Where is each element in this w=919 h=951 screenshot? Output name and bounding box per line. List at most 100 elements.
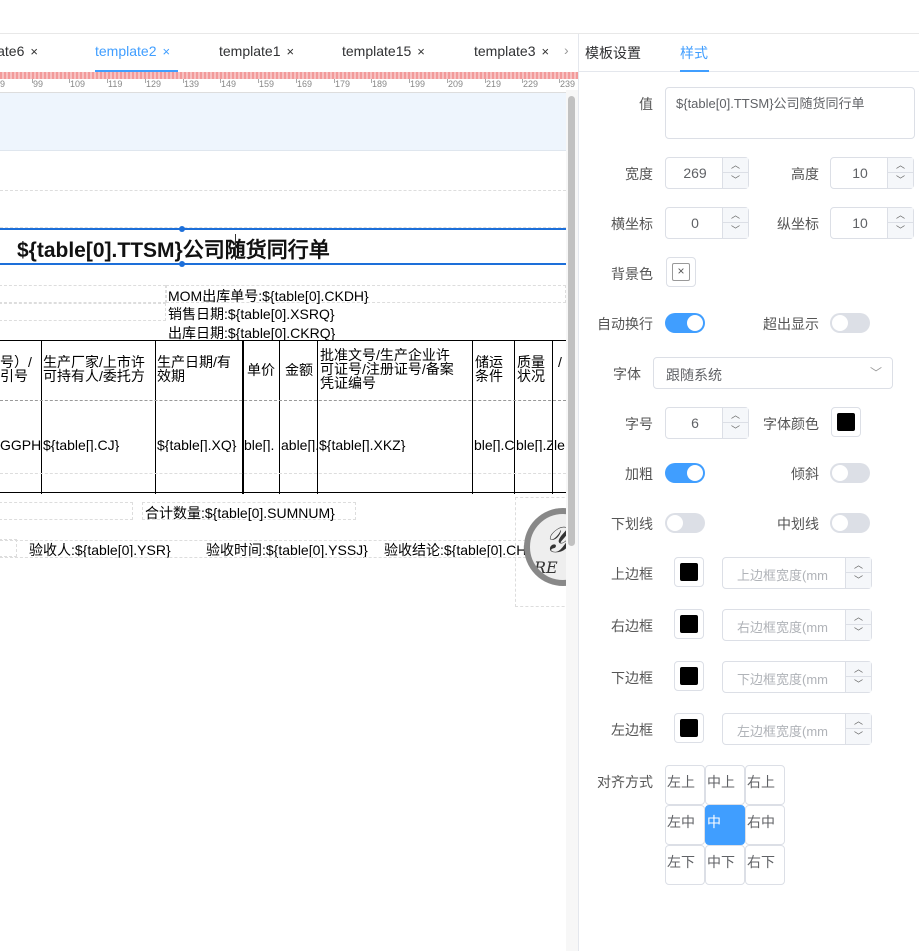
chevron-down-icon[interactable]: ﹀	[846, 625, 871, 640]
bg-color-picker[interactable]: ×	[666, 257, 696, 287]
header-line: 可证号/注册证号/备案	[320, 361, 454, 377]
placeholder-box[interactable]	[0, 285, 166, 303]
x-stepper[interactable]: 0 ︿ ﹀	[665, 207, 749, 239]
chevron-down-icon[interactable]: ﹀	[723, 223, 748, 238]
align-top-center[interactable]: 中上	[705, 765, 745, 805]
table-cell: ${table[].CJ}	[43, 438, 120, 452]
ruler-tick: 149	[219, 79, 237, 89]
align-top-right[interactable]: 右上	[745, 765, 785, 805]
tab-style[interactable]: 样式	[680, 43, 708, 63]
border-left-color[interactable]	[674, 713, 704, 743]
align-bottom-center[interactable]: 中下	[705, 845, 745, 885]
align-middle-left[interactable]: 左中	[665, 805, 705, 845]
align-middle-center[interactable]: 中	[705, 805, 745, 845]
tab-template6[interactable]: late6 ×	[0, 43, 38, 59]
chevron-up-icon[interactable]: ︿	[723, 158, 748, 173]
stepper-controls: ︿ ﹀	[845, 714, 871, 744]
close-icon[interactable]: ×	[30, 44, 38, 59]
placeholder-box[interactable]	[0, 502, 133, 520]
border-bottom-label: 下边框	[611, 670, 653, 686]
ruler-tick: 139	[182, 79, 200, 89]
sale-date-field[interactable]: 销售日期:${table[0].XSRQ}	[168, 304, 335, 324]
chevron-up-icon[interactable]: ︿	[846, 610, 871, 625]
border-bottom-color[interactable]	[674, 661, 704, 691]
border-left-width-input[interactable]: 左边框宽度(mm ︿ ﹀	[722, 713, 872, 745]
title-element-selected[interactable]: ${table[0].TTSM}公司随货同行单	[0, 226, 566, 267]
ruler-tick: 219	[484, 79, 502, 89]
wrap-label: 自动换行	[597, 316, 653, 332]
placeholder-box[interactable]	[0, 303, 166, 321]
resize-handle[interactable]	[179, 226, 185, 232]
tab-template3[interactable]: template3 ×	[474, 43, 549, 59]
stepper-controls: ︿ ﹀	[887, 158, 913, 188]
x-label: 横坐标	[611, 216, 653, 232]
designer-area: late6 × template2 × template1 × template15 ×…	[0, 34, 578, 951]
goods-table[interactable]: 号）/引号 生产厂家/上市许 可持有人/委托方 生产日期/有 效期 单价 金额 批准…	[0, 340, 566, 494]
border-top-width-input[interactable]: 上边框宽度(mm ︿ ﹀	[722, 557, 872, 589]
chevron-up-icon[interactable]: ︿	[846, 662, 871, 677]
vertical-scrollbar[interactable]	[566, 90, 578, 951]
chevron-right-icon[interactable]: ›	[564, 42, 569, 58]
table-header-cell: 质量 状况	[517, 355, 552, 383]
table-cell: ${table[].XQ}	[157, 438, 237, 452]
border-right-color[interactable]	[674, 609, 704, 639]
chevron-down-icon[interactable]: ﹀	[723, 423, 748, 438]
total-quantity-field[interactable]: 合计数量:${table[0].SUMNUM}	[145, 503, 335, 523]
chevron-up-icon[interactable]: ︿	[723, 208, 748, 223]
chevron-up-icon[interactable]: ︿	[888, 158, 913, 173]
border-right-width-input[interactable]: 右边框宽度(mm ︿ ﹀	[722, 609, 872, 641]
border-top-color[interactable]	[674, 557, 704, 587]
seal-text: RE	[534, 558, 558, 577]
height-stepper[interactable]: 10 ︿ ﹀	[830, 157, 914, 189]
align-middle-right[interactable]: 右中	[745, 805, 785, 845]
align-bottom-left[interactable]: 左下	[665, 845, 705, 885]
underline-label: 下划线	[611, 516, 653, 532]
y-stepper[interactable]: 10 ︿ ﹀	[830, 207, 914, 239]
underline-toggle[interactable]	[665, 513, 705, 533]
tab-template-settings[interactable]: 模板设置	[585, 43, 641, 63]
value-textarea[interactable]: ${table[0].TTSM}公司随货同行单	[665, 87, 915, 139]
strikethrough-toggle[interactable]	[830, 513, 870, 533]
header-line: 号）/	[0, 355, 32, 370]
chevron-down-icon[interactable]: ﹀	[846, 677, 871, 692]
chevron-down-icon[interactable]: ﹀	[846, 573, 871, 588]
scrollbar-thumb[interactable]	[568, 96, 575, 546]
mom-number-field[interactable]: MOM出库单号:${table[0].CKDH}	[168, 286, 369, 306]
chevron-up-icon[interactable]: ︿	[846, 558, 871, 573]
border-bottom-width-input[interactable]: 下边框宽度(mm ︿ ﹀	[722, 661, 872, 693]
resize-handle[interactable]	[179, 261, 185, 267]
tab-template15[interactable]: template15 ×	[342, 43, 425, 59]
border-right-label: 右边框	[611, 618, 653, 634]
close-icon[interactable]: ×	[541, 44, 549, 59]
close-icon[interactable]: ×	[162, 44, 170, 59]
stepper-controls: ︿ ﹀	[845, 558, 871, 588]
overflow-toggle[interactable]	[830, 313, 870, 333]
chevron-down-icon[interactable]: ﹀	[723, 173, 748, 188]
chevron-up-icon[interactable]: ︿	[723, 408, 748, 423]
align-top-left[interactable]: 左上	[665, 765, 705, 805]
tab-template1[interactable]: template1 ×	[219, 43, 294, 59]
wrap-toggle[interactable]	[665, 313, 705, 333]
chevron-up-icon[interactable]: ︿	[888, 208, 913, 223]
ruler-tick: 199	[408, 79, 426, 89]
font-select[interactable]: 跟随系统 ﹀	[653, 357, 893, 389]
font-color-picker[interactable]	[831, 407, 861, 437]
width-stepper[interactable]: 269 ︿ ﹀	[665, 157, 749, 189]
active-tab-indicator	[680, 70, 709, 72]
align-bottom-right[interactable]: 右下	[745, 845, 785, 885]
table-header-cell: 生产日期/有 效期	[157, 355, 242, 383]
placeholder-box[interactable]	[0, 539, 17, 557]
stepper-controls: ︿ ﹀	[845, 610, 871, 640]
font-size-stepper[interactable]: 6 ︿ ﹀	[665, 407, 749, 439]
chevron-down-icon[interactable]: ﹀	[888, 173, 913, 188]
close-icon[interactable]: ×	[286, 44, 294, 59]
bold-label: 加粗	[625, 466, 653, 482]
column-divider	[279, 341, 280, 494]
tab-template2[interactable]: template2 ×	[95, 43, 170, 59]
chevron-down-icon[interactable]: ﹀	[888, 223, 913, 238]
italic-toggle[interactable]	[830, 463, 870, 483]
close-icon[interactable]: ×	[417, 44, 425, 59]
chevron-down-icon[interactable]: ﹀	[846, 729, 871, 744]
chevron-up-icon[interactable]: ︿	[846, 714, 871, 729]
bold-toggle[interactable]	[665, 463, 705, 483]
